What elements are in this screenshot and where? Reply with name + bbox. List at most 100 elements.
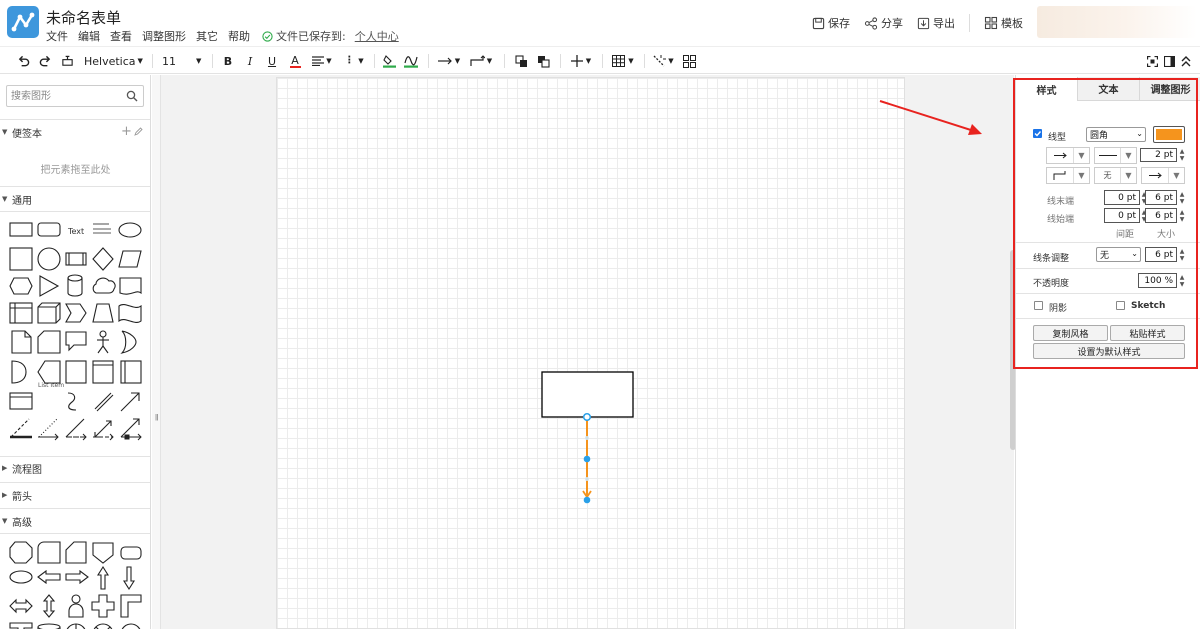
font-color-button[interactable]: A <box>288 51 302 71</box>
general-shapes-palette[interactable] <box>0 215 151 455</box>
menu-arrange[interactable]: 调整图形 <box>142 28 186 44</box>
edge-virtual-bend[interactable] <box>585 436 589 440</box>
user-profile-area[interactable] <box>1037 6 1197 38</box>
section-title: 箭头 <box>12 491 32 503</box>
table-button[interactable]: ▼ <box>610 51 636 71</box>
edge-virtual-bend[interactable] <box>585 477 589 481</box>
line-jumps-size-stepper[interactable]: ▲ ▼ <box>1178 247 1186 262</box>
to-back-button[interactable] <box>536 51 550 71</box>
opacity-stepper[interactable]: ▲ ▼ <box>1178 273 1186 288</box>
search-icon[interactable] <box>126 90 138 102</box>
line-jumps-select[interactable]: 无 ⌄ <box>1096 247 1141 262</box>
format-painter-button[interactable] <box>60 51 74 71</box>
sidebar-splitter[interactable]: ǁ <box>152 75 161 629</box>
font-size-select[interactable]: 11 ▼ <box>162 51 202 71</box>
menu-bar: 文件 编辑 查看 调整图形 其它 帮助 文件已保存到: 个人中心 <box>46 28 399 44</box>
line-color-button[interactable] <box>404 51 418 71</box>
set-default-style-button[interactable]: 设置为默认样式 <box>1033 343 1185 359</box>
line-end-size-input[interactable]: 6 pt <box>1145 190 1177 205</box>
line-start-select[interactable]: ▼ <box>1046 147 1090 164</box>
advanced-shapes-palette[interactable] <box>0 537 151 629</box>
user-center-link[interactable]: 个人中心 <box>355 28 399 44</box>
search-input[interactable] <box>11 89 121 103</box>
shadow-checkbox[interactable] <box>1034 301 1043 310</box>
font-family-select[interactable]: Helvetica ▼ <box>84 51 143 71</box>
more-text-options[interactable]: ⋮ ▼ <box>340 51 368 71</box>
format-panel-toggle[interactable] <box>1163 51 1175 71</box>
menu-extras[interactable]: 其它 <box>196 28 218 44</box>
tab-arrange[interactable]: 调整图形 <box>1139 77 1200 101</box>
underline-button[interactable]: U <box>266 51 278 71</box>
edit-pencil-icon[interactable] <box>134 127 143 136</box>
section-advanced[interactable]: ▼ 高级 <box>0 510 150 532</box>
copy-style-button[interactable]: 复制风格 <box>1033 325 1108 341</box>
text-shape[interactable]: Text <box>68 227 84 236</box>
redo-button[interactable] <box>38 51 52 71</box>
chevron-up-icon: ▲ <box>1179 190 1185 198</box>
connector-type-select[interactable]: 无 ▼ <box>1094 167 1137 184</box>
diagram-page[interactable] <box>276 77 905 629</box>
opacity-input[interactable]: 100 % <box>1138 273 1177 288</box>
line-start-spacing-input[interactable]: 0 pt <box>1104 208 1140 223</box>
paste-style-button[interactable]: 粘贴样式 <box>1110 325 1185 341</box>
edge-handle-start[interactable] <box>582 412 592 422</box>
line-end-spacing-input[interactable]: 0 pt <box>1104 190 1140 205</box>
document-title[interactable]: 未命名表单 <box>46 7 121 28</box>
line-color-picker[interactable] <box>1153 126 1185 143</box>
tab-style[interactable]: 样式 <box>1016 77 1077 101</box>
section-general[interactable]: ▼ 通用 <box>0 188 150 210</box>
fullscreen-button[interactable] <box>1146 51 1158 71</box>
menu-view[interactable]: 查看 <box>110 28 132 44</box>
insert-button[interactable]: ▼ <box>568 51 594 71</box>
fill-color-button[interactable] <box>382 51 396 71</box>
align-select[interactable]: ▼ <box>310 51 334 71</box>
chevron-down-icon: ▼ <box>196 57 202 65</box>
app-logo-icon[interactable] <box>7 6 39 38</box>
line-end-size-stepper[interactable]: ▲ ▼ <box>1178 190 1186 205</box>
undo-button[interactable] <box>16 51 30 71</box>
connection-style-select[interactable]: ▼ <box>436 51 462 71</box>
rectangle-node[interactable] <box>541 371 634 418</box>
line-enabled-checkbox[interactable] <box>1033 129 1042 138</box>
edge-handle-midpoint[interactable] <box>583 455 591 463</box>
waypoints-select[interactable]: ▼ <box>1046 167 1090 184</box>
section-flowchart[interactable]: ▶ 流程图 <box>0 457 150 479</box>
shape-library-button[interactable] <box>682 51 696 71</box>
tab-text[interactable]: 文本 <box>1077 77 1139 101</box>
menu-help[interactable]: 帮助 <box>228 28 250 44</box>
section-arrows[interactable]: ▶ 箭头 <box>0 484 150 506</box>
to-front-button[interactable] <box>514 51 528 71</box>
line-styles-palette[interactable] <box>0 431 151 443</box>
line-jumps-size-input[interactable]: 6 pt <box>1145 247 1177 262</box>
save-button[interactable]: 保存 <box>812 15 850 31</box>
waypoint-style-select[interactable]: ▼ <box>468 51 494 71</box>
export-button[interactable]: 导出 <box>917 15 955 31</box>
bold-button[interactable]: B <box>222 51 234 71</box>
toolbar-divider <box>428 54 429 68</box>
line-end-select[interactable]: ▼ <box>1141 167 1185 184</box>
internal-storage-shape <box>9 302 33 324</box>
templates-label: 模板 <box>1001 17 1023 30</box>
save-status: 文件已保存到: 个人中心 <box>262 28 399 44</box>
line-width-input[interactable]: 2 pt <box>1140 148 1177 162</box>
collapse-button[interactable] <box>1180 51 1192 71</box>
line-start-size-stepper[interactable]: ▲ ▼ <box>1178 208 1186 223</box>
add-icon[interactable]: + <box>121 124 132 139</box>
scratchpad-empty-hint: 把元素拖至此处 <box>40 165 111 176</box>
menu-file[interactable]: 文件 <box>46 28 68 44</box>
line-start-size-input[interactable]: 6 pt <box>1145 208 1177 223</box>
templates-button[interactable]: 模板 <box>984 15 1023 31</box>
section-scratchpad[interactable]: ▼ 便签本 + <box>0 121 150 143</box>
list-item-shape-label[interactable]: List Item <box>38 382 64 389</box>
share-button[interactable]: 分享 <box>864 15 903 31</box>
sketch-checkbox[interactable] <box>1116 301 1125 310</box>
italic-button[interactable]: I <box>244 51 256 71</box>
edge-handle-end[interactable] <box>583 496 591 504</box>
person-shape <box>68 594 84 618</box>
toolbar-divider <box>644 54 645 68</box>
line-pattern-select[interactable]: ▼ <box>1094 147 1137 164</box>
menu-edit[interactable]: 编辑 <box>78 28 100 44</box>
line-width-stepper[interactable]: ▲ ▼ <box>1178 147 1186 162</box>
edit-style-button[interactable]: ▼ <box>650 51 676 71</box>
line-style-select[interactable]: 圆角 ⌄ <box>1086 127 1146 142</box>
